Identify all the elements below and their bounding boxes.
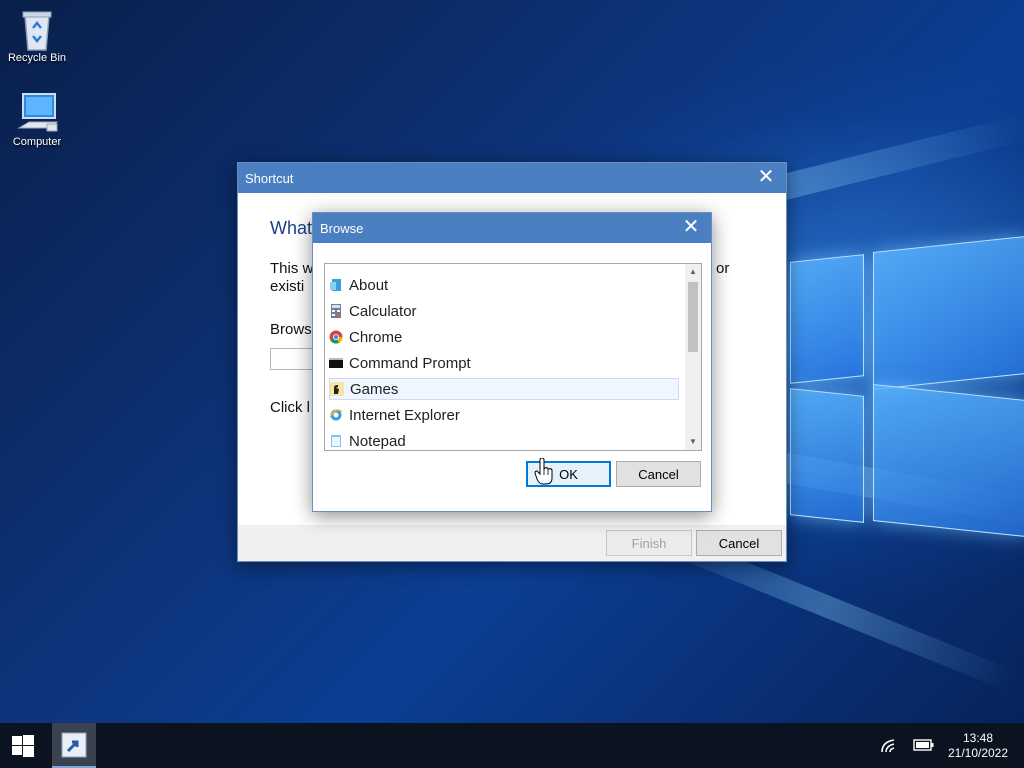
- taskbar-shortcut-app[interactable]: [52, 723, 96, 768]
- list-item-label: Internet Explorer: [349, 406, 460, 424]
- scroll-down-icon[interactable]: ▼: [685, 434, 701, 450]
- list-scrollbar[interactable]: ▲ ▼: [685, 264, 701, 450]
- list-item-calculator[interactable]: Calculator: [329, 300, 679, 322]
- scroll-up-icon[interactable]: ▲: [685, 264, 701, 280]
- list-item-label: Chrome: [349, 328, 403, 346]
- games-icon: [330, 382, 344, 396]
- windows-start-icon: [12, 734, 34, 757]
- taskbar-clock[interactable]: 13:48 21/10/2022: [940, 731, 1016, 761]
- list-item-notepad[interactable]: Notepad: [329, 430, 679, 450]
- list-item-chrome[interactable]: Chrome: [329, 326, 679, 348]
- calculator-icon: [329, 304, 343, 318]
- internet-explorer-icon: [329, 408, 343, 422]
- clock-date: 21/10/2022: [947, 746, 1009, 760]
- list-item-label: About: [349, 276, 389, 294]
- browse-cancel-button[interactable]: Cancel: [616, 461, 701, 487]
- list-item-label: Games: [350, 380, 399, 398]
- browse-label: Brows: [270, 321, 312, 338]
- chrome-icon: [329, 330, 343, 344]
- browse-dialog: Browse ✕ About Calculator Chrome Command…: [312, 212, 712, 512]
- computer-icon: [17, 92, 58, 132]
- desktop-icon-computer[interactable]: Computer: [0, 92, 74, 148]
- program-list[interactable]: About Calculator Chrome Command Prompt G…: [324, 263, 702, 451]
- recycle-bin-icon: [17, 8, 57, 51]
- network-icon[interactable]: [880, 736, 898, 759]
- start-button[interactable]: [0, 723, 46, 768]
- clock-time: 13:48: [962, 731, 994, 745]
- shortcut-description-line1: This w: [270, 260, 314, 277]
- close-icon[interactable]: ✕: [756, 167, 776, 187]
- hand-cursor-icon: [534, 457, 554, 491]
- shortcut-dialog-title: Shortcut: [245, 170, 294, 186]
- list-item-internet-explorer[interactable]: Internet Explorer: [329, 404, 679, 426]
- list-item-label: Notepad: [349, 432, 406, 450]
- about-icon: [329, 278, 343, 292]
- list-item-label: Calculator: [349, 302, 417, 320]
- shortcut-description-tail: or: [716, 260, 730, 277]
- click-next-text: Click l: [270, 399, 310, 416]
- browse-dialog-title: Browse: [320, 220, 364, 236]
- shortcut-dialog-titlebar[interactable]: Shortcut ✕: [238, 163, 786, 193]
- shortcut-heading: What: [270, 218, 313, 238]
- shortcut-app-icon: [61, 732, 87, 757]
- desktop-icon-recycle-bin[interactable]: Recycle Bin: [0, 8, 74, 64]
- desktop-icon-label: Recycle Bin: [7, 52, 67, 64]
- desktop-icon-label: Computer: [12, 136, 62, 148]
- scroll-thumb[interactable]: [688, 282, 698, 352]
- finish-button[interactable]: Finish: [606, 530, 692, 556]
- list-item-about[interactable]: About: [329, 274, 679, 296]
- shortcut-description-line2: existi: [270, 278, 305, 295]
- notepad-icon: [329, 434, 343, 448]
- list-item-command-prompt[interactable]: Command Prompt: [329, 352, 679, 374]
- list-item-label: Command Prompt: [349, 354, 471, 372]
- command-prompt-icon: [329, 356, 343, 370]
- close-icon[interactable]: ✕: [681, 217, 701, 237]
- list-item-games[interactable]: Games: [329, 378, 679, 400]
- battery-icon[interactable]: [913, 738, 935, 757]
- taskbar: 13:48 21/10/2022: [0, 723, 1024, 768]
- shortcut-cancel-button[interactable]: Cancel: [696, 530, 782, 556]
- browse-dialog-titlebar[interactable]: Browse ✕: [313, 213, 711, 243]
